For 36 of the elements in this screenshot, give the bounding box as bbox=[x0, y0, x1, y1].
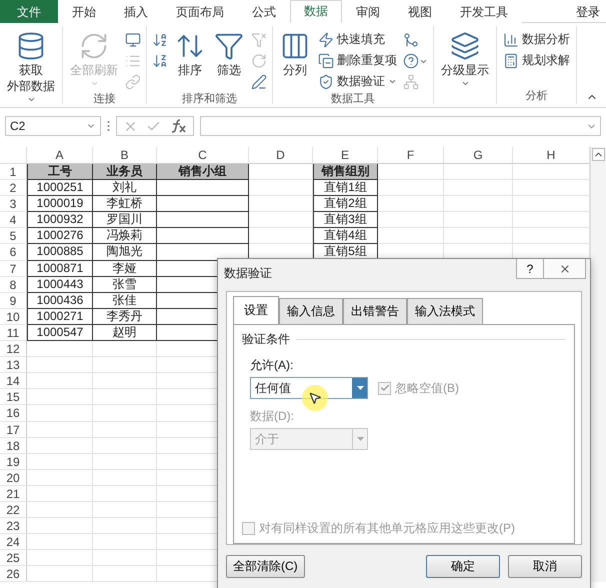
table-cell: 1000871 bbox=[27, 260, 93, 277]
table-cell: 1000547 bbox=[27, 324, 93, 342]
table-cell: 冯焕莉 bbox=[93, 228, 157, 244]
group-label: 分析 bbox=[524, 89, 548, 104]
group-label: 数据工具 bbox=[330, 92, 376, 106]
table-cell: 1000019 bbox=[27, 196, 93, 212]
table-cell: 直销3组 bbox=[313, 212, 378, 228]
dialog-title: 数据验证 bbox=[223, 265, 272, 282]
table-cell: 1000271 bbox=[27, 308, 93, 325]
table-cell: 销售组别 bbox=[313, 164, 378, 180]
field-label: 数据(D): bbox=[250, 408, 295, 425]
section-title: 验证条件 bbox=[242, 331, 290, 348]
table-cell: 直销1组 bbox=[313, 180, 378, 196]
table-cell: 业务员 bbox=[93, 164, 157, 180]
table-cell: 赵明 bbox=[93, 324, 157, 342]
field-label: 允许(A): bbox=[250, 357, 294, 374]
table-cell: 张雪 bbox=[93, 276, 157, 293]
table-cell: 1000932 bbox=[27, 212, 93, 228]
group-label: 连接 bbox=[92, 92, 116, 106]
table-cell: 1000885 bbox=[27, 244, 93, 261]
table-cell: 1000251 bbox=[27, 180, 93, 196]
table-cell: 李虹桥 bbox=[93, 196, 157, 212]
table-cell: 直销4组 bbox=[313, 228, 378, 244]
table-cell: 刘礼 bbox=[93, 180, 157, 196]
table-cell: 工号 bbox=[27, 164, 93, 180]
table-cell: 销售小组 bbox=[157, 164, 249, 180]
table-cell: 李娅 bbox=[93, 260, 157, 277]
table-cell: 1000443 bbox=[27, 276, 93, 293]
table-cell: 张佳 bbox=[93, 292, 157, 309]
table-cell: 陶旭光 bbox=[93, 244, 157, 261]
group-label: 排序和筛选 bbox=[181, 92, 238, 106]
table-cell: 罗国川 bbox=[93, 212, 157, 228]
table-cell: 1000276 bbox=[27, 228, 93, 244]
table-cell: 李秀丹 bbox=[93, 308, 157, 325]
table-cell: 直销2组 bbox=[313, 196, 378, 212]
table-cell: 1000436 bbox=[27, 292, 93, 309]
